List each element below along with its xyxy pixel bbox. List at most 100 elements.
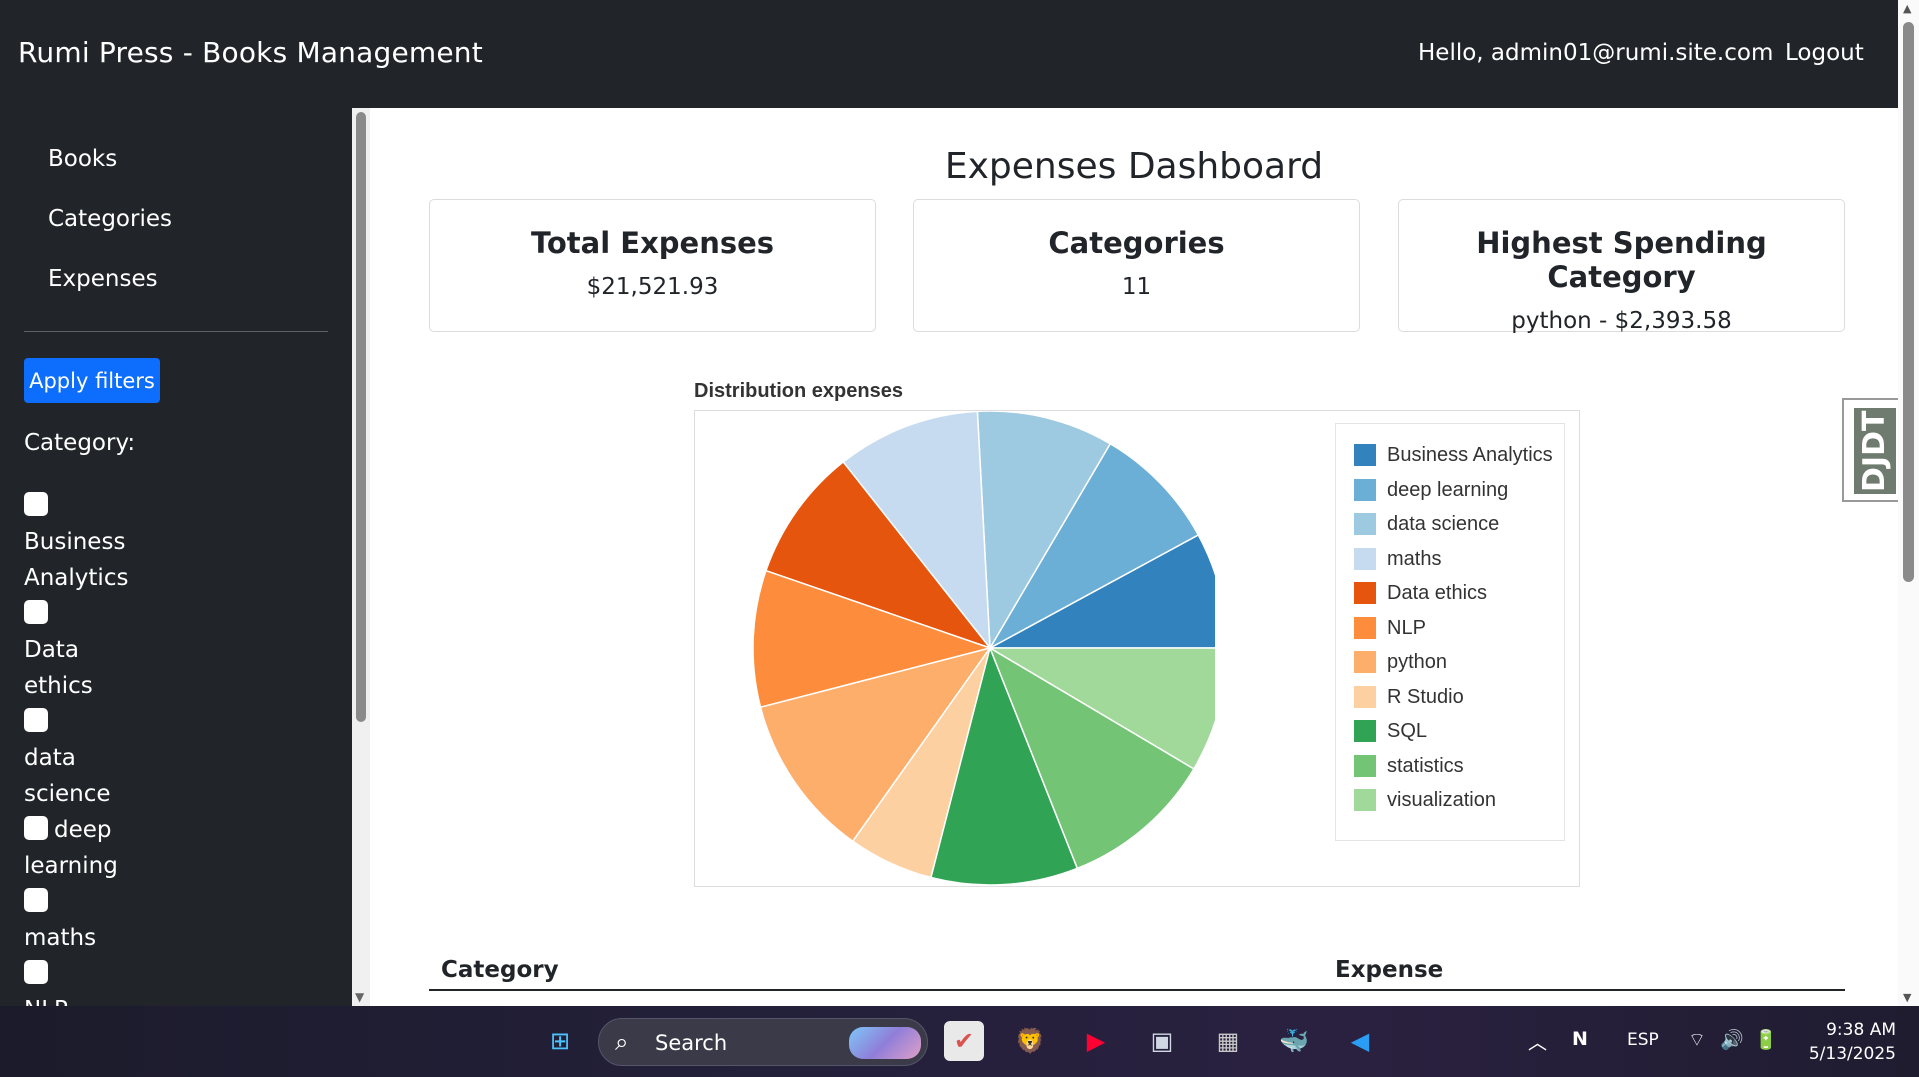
legend-swatch <box>1354 789 1376 811</box>
scrollbar-thumb[interactable] <box>1903 22 1914 582</box>
filter-data-science[interactable]: data science <box>24 704 134 812</box>
storage-app-icon[interactable]: ▣ <box>1142 1021 1182 1061</box>
category-filter-list: Business Analytics Data ethics data scie… <box>24 488 134 1006</box>
legend-label: python <box>1387 651 1448 673</box>
filter-business-analytics[interactable]: Business Analytics <box>24 488 134 596</box>
sidebar-scrollbar[interactable]: ▼ <box>352 108 370 1006</box>
checkbox[interactable] <box>24 708 48 732</box>
search-highlight-art-icon <box>849 1027 921 1059</box>
legend-item-visualization[interactable]: visualization <box>1354 789 1496 813</box>
pie-chart: Business Analytics deep learning data scie… <box>694 410 1580 887</box>
pie-chart-svg <box>752 411 1215 886</box>
chart-legend: Business Analytics deep learning data scie… <box>1335 423 1565 841</box>
legend-item-sql[interactable]: SQL <box>1354 720 1427 744</box>
checkbox[interactable] <box>24 816 48 840</box>
system-clock[interactable]: 9:38 AM 5/13/2025 <box>1800 1018 1896 1066</box>
filter-label: Business Analytics <box>24 529 129 591</box>
sidebar: Books Categories Expenses Apply filters … <box>0 108 352 1006</box>
apply-filters-button[interactable]: Apply filters <box>24 358 160 403</box>
card-value: 11 <box>1121 274 1152 300</box>
search-placeholder: Search <box>655 1031 728 1055</box>
scroll-down-arrow-icon[interactable]: ▼ <box>1903 991 1911 1004</box>
docker-icon[interactable]: 🐳 <box>1274 1021 1314 1061</box>
category-filter-label: Category: <box>24 430 136 456</box>
filter-label: data science <box>24 745 111 807</box>
app-brand[interactable]: Rumi Press - Books Management <box>18 36 483 69</box>
sidebar-item-books[interactable]: Books <box>48 146 117 172</box>
legend-label: R Studio <box>1387 685 1464 708</box>
legend-label: Data ethics <box>1387 582 1488 604</box>
scroll-down-arrow-icon[interactable]: ▼ <box>355 990 364 1004</box>
legend-swatch <box>1354 513 1376 535</box>
clock-time: 9:38 AM <box>1826 1020 1896 1040</box>
windows-start-icon[interactable]: ⊞ <box>540 1021 580 1061</box>
legend-label: deep learning <box>1387 478 1509 501</box>
legend-label: NLP <box>1387 616 1426 639</box>
column-header-expense: Expense <box>1335 957 1444 983</box>
calculator-icon[interactable]: ▦ <box>1208 1021 1248 1061</box>
legend-item-r-studio[interactable]: R Studio <box>1354 685 1464 710</box>
card-title: Total Expenses <box>530 226 775 260</box>
legend-item-data-ethics[interactable]: Data ethics <box>1354 582 1487 606</box>
card-title: Categories <box>1048 226 1225 260</box>
legend-swatch <box>1354 616 1376 639</box>
filter-deep-learning[interactable]: deep learning <box>24 812 134 884</box>
notion-icon[interactable]: N <box>1572 1028 1588 1050</box>
chart-title: Distribution expenses <box>694 380 903 402</box>
legend-label: statistics <box>1387 754 1464 777</box>
filter-data-ethics[interactable]: Data ethics <box>24 596 134 704</box>
card-value: $21,521.93 <box>586 274 719 300</box>
volume-icon[interactable]: 🔊 <box>1720 1028 1744 1051</box>
checkbox[interactable] <box>24 600 48 624</box>
legend-label: SQL <box>1387 720 1428 742</box>
checkbox[interactable] <box>24 492 48 516</box>
checkbox[interactable] <box>24 960 48 984</box>
page-title: Expenses Dashboard <box>944 146 1324 187</box>
legend-item-business-analytics[interactable]: Business Analytics <box>1354 444 1553 468</box>
user-greeting: Hello, admin01@rumi.site.com <box>1418 40 1774 66</box>
language-indicator[interactable]: ESP <box>1627 1030 1659 1050</box>
clock-date: 5/13/2025 <box>1808 1044 1896 1064</box>
card-title: Highest Spending Category <box>1476 226 1767 294</box>
legend-item-deep-learning[interactable]: deep learning <box>1354 478 1509 503</box>
tray-overflow-chevron-icon[interactable]: ︿ <box>1528 1028 1547 1055</box>
legend-item-python[interactable]: python <box>1354 651 1447 675</box>
checkbox[interactable] <box>24 888 48 912</box>
page-scrollbar[interactable]: ▲ ▼ <box>1898 0 1919 1006</box>
total-expenses-card: Total Expenses $21,521.93 <box>429 199 876 332</box>
filter-nlp[interactable]: NLP <box>24 956 134 1006</box>
debug-toolbar-handle[interactable]: DJDT <box>1842 398 1898 502</box>
legend-item-nlp[interactable]: NLP <box>1354 616 1426 641</box>
sidebar-item-expenses[interactable]: Expenses <box>48 266 158 292</box>
vscode-icon[interactable]: ◀ <box>1340 1021 1380 1061</box>
battery-icon[interactable]: 🔋 <box>1754 1028 1778 1051</box>
legend-item-data-science[interactable]: data science <box>1354 513 1499 537</box>
todo-app-icon[interactable]: ✔ <box>944 1021 984 1061</box>
categories-card: Categories 11 <box>913 199 1360 332</box>
expenses-table-header: Category Expense <box>429 933 1845 991</box>
legend-item-statistics[interactable]: statistics <box>1354 754 1464 779</box>
column-header-category: Category <box>441 957 559 983</box>
windows-taskbar: ⊞ ⌕ Search ✔ 🦁 ▶ ▣ ▦ 🐳 ◀ ︿ N ESP ⌔ 🔊 🔋 9… <box>0 1006 1919 1077</box>
filter-label: Data ethics <box>24 637 93 699</box>
wifi-icon[interactable]: ⌔ <box>1688 1028 1706 1052</box>
legend-swatch <box>1354 547 1376 570</box>
legend-label: Business Analytics <box>1387 444 1553 466</box>
legend-swatch <box>1354 651 1376 673</box>
scroll-up-arrow-icon[interactable]: ▲ <box>1903 2 1911 15</box>
legend-label: data science <box>1387 513 1500 535</box>
top-navbar: Rumi Press - Books Management Hello, adm… <box>0 0 1919 108</box>
taskbar-search[interactable]: ⌕ Search <box>598 1018 928 1066</box>
youtube-music-icon[interactable]: ▶ <box>1076 1021 1116 1061</box>
legend-label: maths <box>1387 547 1442 570</box>
filter-label: NLP <box>24 997 68 1006</box>
search-icon: ⌕ <box>615 1028 629 1056</box>
main-content: Expenses Dashboard Total Expenses $21,52… <box>370 108 1898 1006</box>
legend-item-maths[interactable]: maths <box>1354 547 1442 572</box>
logout-link[interactable]: Logout <box>1785 40 1864 66</box>
legend-swatch <box>1354 754 1376 777</box>
brave-browser-icon[interactable]: 🦁 <box>1010 1021 1050 1061</box>
scrollbar-thumb[interactable] <box>356 112 366 722</box>
sidebar-item-categories[interactable]: Categories <box>48 206 172 232</box>
filter-maths[interactable]: maths <box>24 884 134 956</box>
